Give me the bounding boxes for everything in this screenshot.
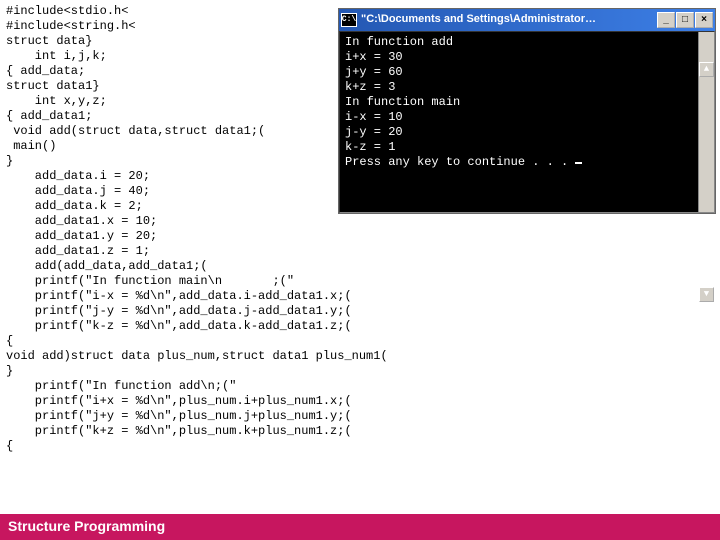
window-title: "C:\Documents and Settings\Administrator… <box>361 13 653 27</box>
minimize-button[interactable]: _ <box>657 12 675 28</box>
cmd-icon: C:\ <box>341 13 357 27</box>
scroll-track[interactable] <box>699 107 714 257</box>
text-cursor <box>575 162 582 164</box>
footer-text: Structure Programming <box>8 518 165 536</box>
console-window: C:\ "C:\Documents and Settings\Administr… <box>338 8 716 214</box>
title-bar[interactable]: C:\ "C:\Documents and Settings\Administr… <box>339 9 715 31</box>
window-buttons: _ □ × <box>657 12 713 28</box>
maximize-button[interactable]: □ <box>676 12 694 28</box>
vertical-scrollbar[interactable]: ▲ ▼ <box>698 32 714 212</box>
close-button[interactable]: × <box>695 12 713 28</box>
footer-bar: Structure Programming <box>0 514 720 540</box>
scroll-down-button[interactable]: ▼ <box>699 287 714 302</box>
scroll-up-button[interactable]: ▲ <box>699 62 714 77</box>
console-output: In function add i+x = 30 j+y = 60 k+z = … <box>339 31 715 213</box>
